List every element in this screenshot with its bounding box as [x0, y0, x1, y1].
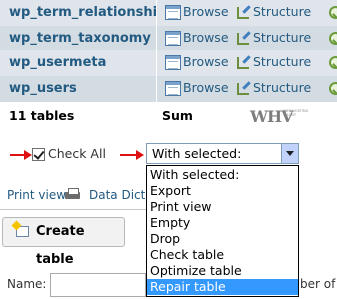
browse-table-icon[interactable] [165, 81, 181, 96]
table-row: wp_term_relationships Browse Structure [0, 0, 337, 26]
table-name-link[interactable]: wp_users [0, 76, 156, 102]
table-name-input[interactable] [50, 273, 146, 297]
option-export[interactable]: Export [147, 183, 298, 199]
table-count: 11 tables [9, 108, 75, 123]
number-of-columns-label: ber of [300, 277, 336, 291]
table-name-link[interactable]: wp_usermeta [0, 50, 156, 76]
table-actions: Browse Structure [156, 50, 337, 76]
table-name-link[interactable]: wp_term_taxonomy [0, 26, 156, 52]
option-print-view[interactable]: Print view [147, 199, 298, 215]
new-table-icon [16, 226, 29, 237]
watermark-logo: WHV WEB HOSTING TALENT [250, 106, 316, 126]
structure-icon[interactable] [236, 55, 252, 70]
browse-link[interactable]: Browse [183, 50, 229, 74]
browse-link[interactable]: Browse [183, 0, 229, 24]
option-optimize-table[interactable]: Optimize table [147, 263, 298, 279]
table-row: wp_users Browse Structure [0, 76, 337, 102]
check-all-label[interactable]: Check All [48, 145, 106, 163]
structure-icon[interactable] [236, 81, 252, 96]
table-name-label: Name: [7, 277, 47, 291]
print-view-link[interactable]: Print view [7, 186, 66, 204]
create-table-label: Create table [36, 224, 85, 267]
table-name-link[interactable]: wp_term_relationships [0, 0, 156, 26]
annotation-arrow [120, 150, 144, 160]
structure-icon[interactable] [236, 5, 252, 20]
annotation-arrow [10, 150, 32, 160]
table-actions: Browse Structure [156, 0, 337, 26]
browse-link[interactable]: Browse [183, 76, 229, 100]
structure-link[interactable]: Structure [253, 0, 311, 24]
with-selected-options: With selected: Export Print view Empty D… [146, 165, 299, 297]
option-with-selected[interactable]: With selected: [147, 167, 298, 183]
search-icon[interactable] [329, 55, 337, 70]
table-actions: Browse Structure [156, 26, 337, 52]
option-drop[interactable]: Drop [147, 231, 298, 247]
with-selected-value: With selected: [152, 146, 242, 161]
search-icon[interactable] [329, 81, 337, 96]
create-table-button[interactable]: Create table [2, 217, 125, 267]
browse-table-icon[interactable] [165, 5, 181, 20]
option-empty[interactable]: Empty [147, 215, 298, 231]
browse-link[interactable]: Browse [183, 26, 229, 50]
structure-link[interactable]: Structure [253, 26, 311, 50]
browse-table-icon[interactable] [165, 31, 181, 46]
option-check-table[interactable]: Check table [147, 247, 298, 263]
search-icon[interactable] [329, 31, 337, 46]
table-row: wp_term_taxonomy Browse Structure [0, 26, 337, 52]
table-row: wp_usermeta Browse Structure [0, 50, 337, 76]
printer-icon[interactable] [65, 188, 80, 201]
chevron-down-icon[interactable] [281, 144, 298, 163]
structure-icon[interactable] [236, 31, 252, 46]
option-repair-table[interactable]: Repair table [147, 279, 298, 295]
divider [0, 209, 146, 210]
search-icon[interactable] [329, 5, 337, 20]
table-actions: Browse Structure [156, 76, 337, 102]
check-all-checkbox[interactable] [32, 148, 45, 161]
browse-table-icon[interactable] [165, 55, 181, 70]
with-selected-dropdown[interactable]: With selected: [146, 143, 299, 164]
watermark-tagline: WEB HOSTING TALENT [283, 109, 309, 117]
structure-link[interactable]: Structure [253, 76, 311, 100]
structure-link[interactable]: Structure [253, 50, 311, 74]
data-dictionary-link[interactable]: Data Dict [89, 186, 145, 204]
